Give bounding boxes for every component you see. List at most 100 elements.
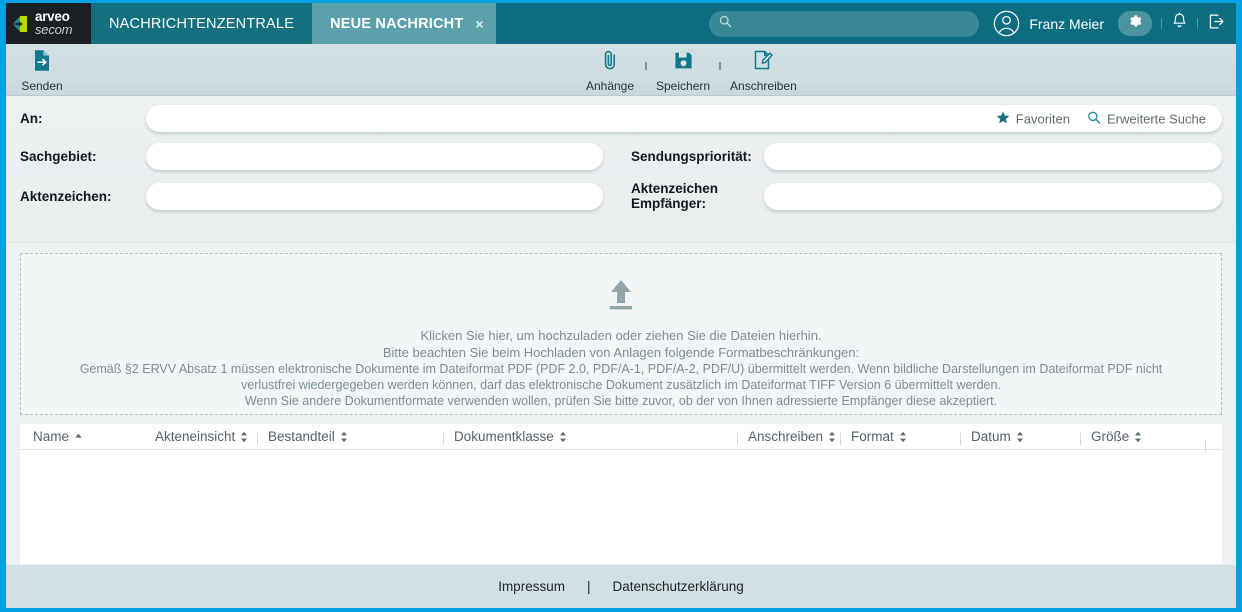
column-label: Größe [1091,429,1130,444]
column-header-akteneinsicht[interactable]: Akteneinsicht [155,429,268,444]
subject-area-input[interactable] [146,143,603,170]
save-button[interactable]: Speichern [656,44,710,93]
dropzone-legal-line-1: Gemäß §2 ERVV Absatz 1 müssen elektronis… [79,362,1163,376]
sort-both-icon [828,431,836,443]
tab-nachrichtenzentrale[interactable]: NACHRICHTENZENTRALE [91,3,313,44]
logout-button[interactable] [1207,12,1226,36]
column-header-anschreiben[interactable]: Anschreiben [737,429,851,445]
cover-letter-button[interactable]: Anschreiben [730,44,797,93]
subject-area-label: Sachgebiet: [20,149,97,164]
tab-neue-nachricht[interactable]: NEUE NACHRICHT × [312,3,496,44]
logout-icon [1207,12,1226,36]
column-label: Akteneinsicht [155,429,236,444]
column-header-format[interactable]: Format [840,429,971,445]
sort-both-icon [559,431,567,443]
search-icon [719,15,732,33]
app-frame: arveo secom NACHRICHTENZENTRALE NEUE NAC… [6,3,1236,608]
recipient-file-number-group: Aktenzeichen Empfänger: [631,181,1222,211]
dropzone-secondary-text: Bitte beachten Sie beim Hochladen von An… [382,344,860,360]
brand-logo[interactable]: arveo secom [6,3,91,44]
privacy-policy-link[interactable]: Datenschutzerklärung [612,579,743,594]
file-number-input[interactable] [146,182,603,210]
send-button[interactable]: Senden [16,44,68,93]
header-spacer [496,3,710,44]
document-send-icon [32,49,52,77]
tab-label: NACHRICHTENZENTRALE [109,15,295,32]
arveo-logo-icon [11,13,32,35]
brand-name-secondary: secom [35,21,73,37]
column-header-name[interactable]: Name [20,429,155,444]
notifications-button[interactable] [1171,12,1188,35]
header-divider [1197,18,1198,29]
column-label: Bestandteil [268,429,335,444]
attachments-table: Name Akteneinsicht Bestandteil Dokumentk… [20,424,1222,564]
footer-separator: | [586,579,591,594]
page-footer: Impressum | Datenschutzerklärung [6,564,1236,608]
user-name-label: Franz Meier [1029,15,1104,32]
tab-bar: NACHRICHTENZENTRALE NEUE NACHRICHT × [91,3,496,44]
search-icon [1087,110,1101,127]
priority-label: Sendungspriorität: [631,149,752,164]
recipient-label: An: [20,111,43,126]
file-number-label: Aktenzeichen: [20,188,112,204]
sort-asc-icon [74,432,83,441]
recipient-file-number-label: Aktenzeichen Empfänger: [631,181,764,211]
toolbar-divider [719,62,722,70]
priority-group: Sendungspriorität: [631,143,1222,170]
toolbar-divider [645,62,647,70]
toolbar-center-group: Anhänge Speichern Anschreiben [584,44,797,93]
column-header-bestandteil[interactable]: Bestandteil [257,429,454,445]
user-avatar-icon[interactable] [993,10,1020,37]
subject-area-row: Sachgebiet: Sendungspriorität: [20,143,1222,170]
favorites-label: Favoriten [1015,111,1070,126]
column-label: Format [851,429,894,444]
recipient-actions: Favoriten Erweiterte Suche [996,110,1206,127]
column-header-datum[interactable]: Datum [960,429,1091,445]
sort-both-icon [1134,431,1142,443]
dropzone-legal-line-3: Wenn Sie andere Dokumentformate verwende… [244,394,998,408]
document-edit-icon [752,49,774,77]
settings-button[interactable] [1118,11,1152,36]
attachments-button[interactable]: Anhänge [584,44,636,93]
column-label: Dokumentklasse [454,429,554,444]
global-search-input[interactable] [709,10,980,37]
advanced-search-button[interactable]: Erweiterte Suche [1087,110,1206,127]
column-header-dokumentklasse[interactable]: Dokumentklasse [443,429,748,445]
priority-input[interactable] [764,143,1222,170]
recipient-file-number-label-line1: Aktenzeichen [631,181,719,196]
send-button-label: Senden [21,79,63,93]
dropzone-primary-text: Klicken Sie hier, um hochzuladen oder zi… [420,328,822,343]
column-header-groesse[interactable]: Größe [1080,429,1216,445]
cover-letter-label: Anschreiben [730,79,797,93]
subject-area-group: Sachgebiet: [20,143,631,170]
sort-both-icon [240,431,248,443]
recipient-file-number-label-line2: Empfänger: [631,196,707,211]
table-header-row: Name Akteneinsicht Bestandteil Dokumentk… [20,424,1222,453]
column-label: Name [33,429,70,444]
recipient-file-number-input[interactable] [764,182,1222,210]
tab-label: NEUE NACHRICHT [330,15,464,32]
upload-arrow-icon [603,277,639,318]
sort-both-icon [899,431,907,443]
paperclip-icon [600,49,620,77]
save-label: Speichern [656,79,711,93]
column-label: Datum [971,429,1011,444]
app-header: arveo secom NACHRICHTENZENTRALE NEUE NAC… [6,3,1236,44]
dropzone-legal-line-2: verlustfrei wiedergegeben werden können,… [241,378,1001,392]
file-number-row: Aktenzeichen: Aktenzeichen Empfänger: [20,181,1222,211]
favorites-button[interactable]: Favoriten [996,110,1070,127]
column-label: Anschreiben [748,429,824,444]
gear-icon [1128,14,1143,34]
brand-wordmark: arveo secom [35,10,72,37]
impressum-link[interactable]: Impressum [498,579,565,594]
bell-icon [1171,12,1188,35]
message-form: An: Favoriten Erweiterte Suche Sachgebie… [6,96,1236,243]
recipient-row: An: Favoriten Erweiterte Suche [20,105,1222,132]
file-dropzone[interactable]: Klicken Sie hier, um hochzuladen oder zi… [20,253,1222,415]
application-window: arveo secom NACHRICHTENZENTRALE NEUE NAC… [0,0,1242,612]
header-divider [1161,18,1162,29]
tab-close-icon[interactable]: × [475,17,483,31]
advanced-search-label: Erweiterte Suche [1107,111,1206,126]
attachments-label: Anhänge [585,79,635,93]
floppy-disk-icon [673,49,694,77]
